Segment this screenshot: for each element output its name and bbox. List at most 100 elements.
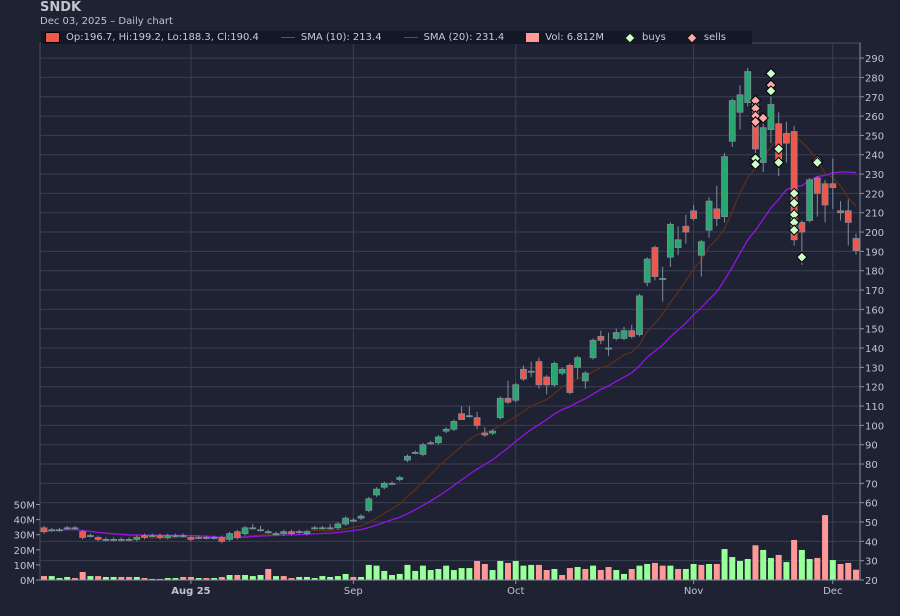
volume-bar [574, 567, 581, 580]
price-tick-label: 210 [865, 209, 884, 220]
candle [125, 537, 133, 542]
price-tick-label: 260 [865, 112, 884, 123]
volume-bar [721, 549, 728, 580]
candle-body [117, 539, 125, 541]
volume-tick-label: 0M [20, 576, 35, 587]
candle [241, 525, 249, 536]
candle-body [697, 241, 705, 256]
candle-body [713, 208, 721, 219]
candle-body [821, 183, 829, 206]
volume-bar [613, 570, 620, 580]
candle [636, 293, 643, 337]
candle [829, 158, 837, 209]
price-tick-label: 110 [865, 402, 884, 413]
sma20-swatch [403, 37, 418, 38]
price-tick-label: 280 [865, 73, 884, 84]
candle [535, 357, 543, 389]
candle-body [210, 537, 218, 539]
volume-bar [822, 515, 829, 580]
candle-body [102, 539, 110, 541]
candle [427, 440, 435, 445]
volume-swatch [526, 33, 540, 42]
price-tick-label: 270 [865, 93, 884, 104]
legend-sma10-text: SMA (10): 213.4 [300, 32, 382, 43]
volume-bar [505, 562, 511, 580]
volume-bar [427, 570, 434, 580]
volume-bar [87, 576, 94, 580]
volume-bar [798, 549, 805, 580]
candle-body [442, 428, 450, 432]
volume-bar [690, 563, 697, 580]
candle-body [164, 535, 172, 538]
candle [117, 537, 125, 542]
volume-bar [837, 563, 844, 580]
candle-body [434, 436, 442, 444]
candle [713, 185, 721, 227]
candle-body [311, 527, 319, 530]
candle [612, 328, 620, 341]
candle-body [280, 531, 288, 535]
candle-body [373, 488, 380, 496]
candle-body [520, 368, 527, 380]
price-tick-label: 190 [865, 247, 884, 258]
candle-body [71, 527, 79, 530]
candle-body [334, 523, 342, 529]
legend-ohlc: Op:196.7, Hi:199.2, Lo:188.3, Cl:190.4 [41, 32, 259, 43]
candle-body [636, 295, 643, 335]
volume-bar [481, 563, 488, 580]
price-tick-label: 230 [865, 170, 884, 181]
candle-body [179, 535, 187, 537]
volume-bar [389, 575, 395, 580]
candle [597, 330, 605, 345]
sma20-line [43, 171, 857, 539]
price-tick-label: 220 [865, 189, 884, 200]
candle [504, 380, 512, 405]
volume-tick-label: 10M [14, 561, 35, 572]
buy-diamond-icon [624, 31, 636, 44]
volume-bar [48, 576, 55, 580]
volume-bar [535, 564, 542, 580]
price-tick-label: 250 [865, 131, 884, 142]
candle-body [504, 397, 512, 403]
candle [187, 535, 195, 542]
volume-bar [512, 560, 519, 580]
candle [264, 529, 272, 534]
legend-buys: buys [622, 31, 666, 44]
candle-body [125, 539, 133, 541]
candle [844, 199, 852, 246]
candle [342, 516, 350, 526]
candle [783, 121, 790, 163]
candle [543, 375, 551, 395]
candle-body [829, 183, 837, 189]
candle [373, 487, 380, 497]
candle-body [233, 531, 241, 538]
candle-body [202, 537, 210, 539]
price-tick-label: 130 [865, 363, 884, 374]
volume-bar [257, 575, 264, 580]
volume-bar [497, 560, 504, 580]
candle [318, 525, 326, 530]
candle-body [605, 347, 612, 350]
legend-sells-text: sells [703, 32, 726, 43]
candle-body [241, 527, 249, 535]
price-tick-label: 180 [865, 267, 884, 278]
volume-bar [528, 564, 535, 580]
price-tick-label: 290 [865, 54, 884, 65]
volume-bar [280, 576, 287, 580]
volume-tick-label: 30M [14, 531, 35, 542]
candle-body [87, 535, 94, 537]
candle [581, 371, 589, 389]
candle-body [736, 94, 744, 113]
candle-body [79, 531, 87, 538]
candle-body [597, 336, 605, 341]
candle-body [264, 531, 272, 534]
candle [512, 382, 520, 403]
candle [311, 525, 319, 530]
volume-bar [752, 545, 759, 580]
candle-body [427, 442, 435, 445]
candle-body [419, 444, 427, 455]
candle [682, 214, 690, 244]
candle [365, 496, 373, 513]
buy-marker [749, 158, 762, 171]
volume-bar [597, 570, 604, 580]
